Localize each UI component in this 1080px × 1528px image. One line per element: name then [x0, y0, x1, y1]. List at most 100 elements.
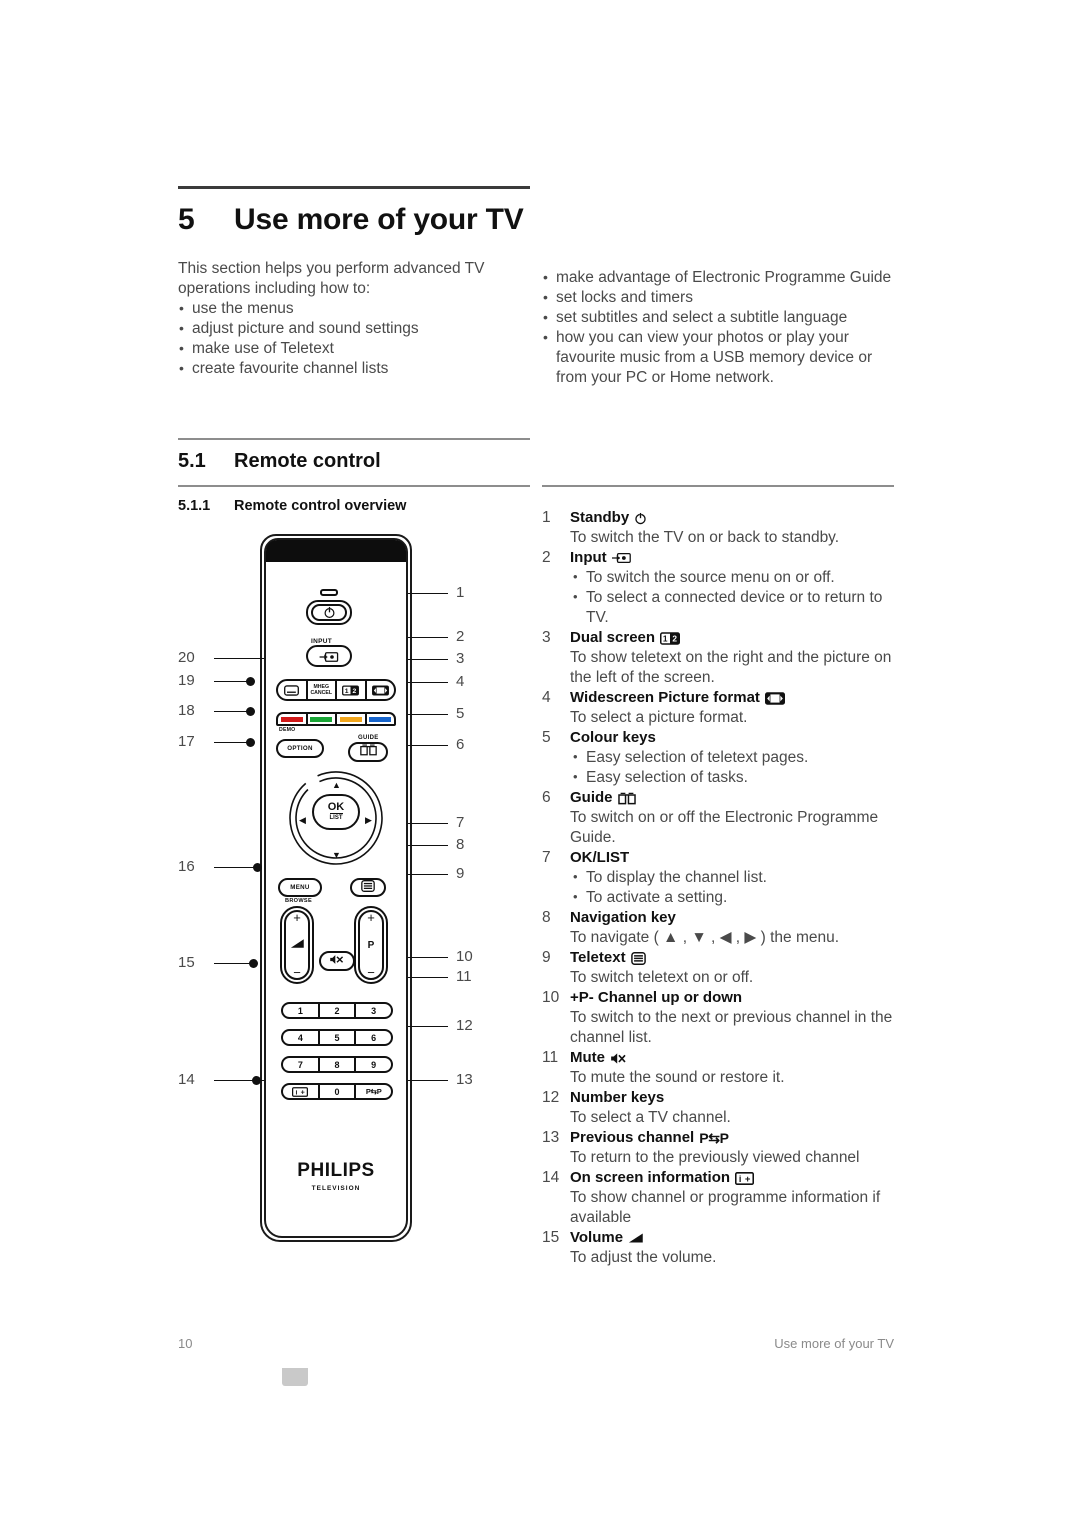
channel-rocker-inner: [358, 910, 384, 980]
mute-icon: [329, 952, 345, 970]
callout-13: 13: [456, 1071, 473, 1088]
list-item: create favourite channel lists: [178, 358, 530, 379]
number-key[interactable]: 4: [283, 1031, 320, 1044]
guide-book-icon: [359, 743, 377, 761]
svg-text:2: 2: [353, 688, 357, 695]
teletext-icon: [630, 951, 646, 965]
mute-button[interactable]: [319, 951, 355, 971]
page-title: 5 Use more of your TV: [178, 203, 530, 237]
key-description: To navigate ( ▲ , ▼ , ◀ , ▶ ) the menu.: [570, 929, 840, 946]
colour-key-blue[interactable]: [367, 714, 395, 724]
callout-14: 14: [178, 1071, 195, 1088]
nav-down-icon[interactable]: ▼: [332, 850, 341, 860]
svg-text:2: 2: [672, 633, 677, 643]
callout-17: 17: [178, 733, 195, 750]
power-icon: [634, 512, 647, 525]
callout-2: 2: [456, 628, 465, 645]
number-key[interactable]: 5: [320, 1031, 357, 1044]
callout-dot-17: [246, 738, 255, 747]
callout-7: 7: [456, 814, 465, 831]
key-index: 8: [542, 909, 551, 926]
list-item: Easy selection of tasks.: [570, 767, 902, 788]
number-row-2: 4 5 6: [281, 1029, 393, 1046]
option-button[interactable]: OPTION: [276, 739, 324, 758]
list-item: To switch the source menu on or off.: [570, 567, 902, 588]
key-name: Volume: [570, 1229, 624, 1246]
remote-control-diagram: INPUT MHEG CANCEL 12 DEMO OPTION GUIDE ▲…: [178, 520, 530, 1260]
right-column-rule: [542, 485, 894, 487]
chapter-rule: [178, 186, 530, 189]
key-name: Previous channel: [570, 1129, 695, 1146]
callout-12: 12: [456, 1017, 473, 1034]
list-item: make use of Teletext: [178, 338, 530, 359]
callout-3: 3: [456, 650, 465, 667]
colour-key-yellow[interactable]: [337, 714, 367, 724]
dual-screen-button[interactable]: 12: [337, 681, 367, 699]
running-head: Use more of your TV: [774, 1336, 894, 1351]
key-description: To adjust the volume.: [570, 1249, 717, 1266]
number-row-4: i + 0 P⇆P: [281, 1083, 393, 1100]
nav-right-icon[interactable]: ▶: [365, 815, 372, 826]
callout-5: 5: [456, 705, 465, 722]
widescreen-format-button[interactable]: [367, 681, 395, 699]
chapter-number: 5: [178, 203, 195, 236]
list-item: 8 Navigation key To navigate ( ▲ , ▼ , ◀…: [542, 908, 902, 948]
section-number: 5.1: [178, 450, 206, 472]
list-label: LIST: [329, 813, 343, 821]
ok-label: OK: [327, 801, 345, 813]
key-name: Colour keys: [570, 729, 656, 746]
mheg-cancel-button[interactable]: MHEG CANCEL: [308, 681, 337, 699]
callout-line-18: [214, 711, 249, 712]
previous-channel-button[interactable]: P⇆P: [356, 1085, 391, 1098]
key-name: Dual screen: [570, 629, 656, 646]
callout-dot-19: [246, 677, 255, 686]
dual-screen-icon: 12: [660, 631, 681, 645]
teletext-icon: [361, 879, 375, 897]
key-index: 14: [542, 1169, 560, 1186]
intro-left-bullets: use the menus adjust picture and sound s…: [178, 298, 530, 379]
nav-up-icon[interactable]: ▲: [332, 780, 341, 790]
colour-key-green[interactable]: [308, 714, 337, 724]
intro-lead: This section helps you perform advanced …: [178, 260, 485, 297]
crop-mark: [282, 1368, 308, 1386]
nav-left-icon[interactable]: ◀: [299, 815, 306, 826]
key-description: To show teletext on the right and the pi…: [570, 649, 892, 686]
key-bullets: Easy selection of teletext pages. Easy s…: [570, 747, 902, 788]
remote-top-bar: [266, 540, 406, 562]
menu-button[interactable]: MENU: [278, 878, 322, 897]
guide-button[interactable]: [348, 742, 388, 762]
svg-text:1: 1: [345, 688, 349, 695]
list-item: 12 Number keys To select a TV channel.: [542, 1088, 902, 1128]
callout-9: 9: [456, 865, 465, 882]
colour-key-red[interactable]: [278, 714, 308, 724]
number-key[interactable]: 3: [356, 1004, 391, 1017]
number-key[interactable]: 7: [283, 1058, 320, 1071]
list-item: Easy selection of teletext pages.: [570, 747, 902, 768]
key-name: Standby: [570, 509, 630, 526]
key-name: Widescreen Picture format: [570, 689, 760, 706]
number-key[interactable]: 1: [283, 1004, 320, 1017]
info-button[interactable]: i +: [283, 1085, 320, 1098]
key-name: OK/LIST: [570, 849, 630, 866]
key-description: To select a TV channel.: [570, 1109, 731, 1126]
callout-8: 8: [456, 836, 465, 853]
number-key[interactable]: 8: [320, 1058, 357, 1071]
number-key[interactable]: 2: [320, 1004, 357, 1017]
mute-icon: [610, 1052, 627, 1065]
number-key-zero[interactable]: 0: [320, 1085, 357, 1098]
svg-text:1: 1: [663, 633, 668, 643]
ok-list-button[interactable]: OK LIST: [312, 794, 360, 830]
list-item: To display the channel list.: [570, 867, 902, 888]
teletext-button[interactable]: [350, 878, 386, 897]
list-item: 13 Previous channel P⇆P To return to the…: [542, 1128, 902, 1168]
subsection-title: Remote control overview: [234, 498, 407, 514]
mheg-cancel-label: MHEG CANCEL: [310, 684, 333, 696]
subtitle-button[interactable]: [278, 681, 308, 699]
number-key[interactable]: 9: [356, 1058, 391, 1071]
callout-line-16: [214, 867, 256, 868]
key-name: On screen information: [570, 1169, 731, 1186]
list-item: make advantage of Electronic Programme G…: [542, 267, 894, 288]
number-key[interactable]: 6: [356, 1031, 391, 1044]
section-title: Remote control: [234, 450, 381, 472]
callout-dot-18: [246, 707, 255, 716]
